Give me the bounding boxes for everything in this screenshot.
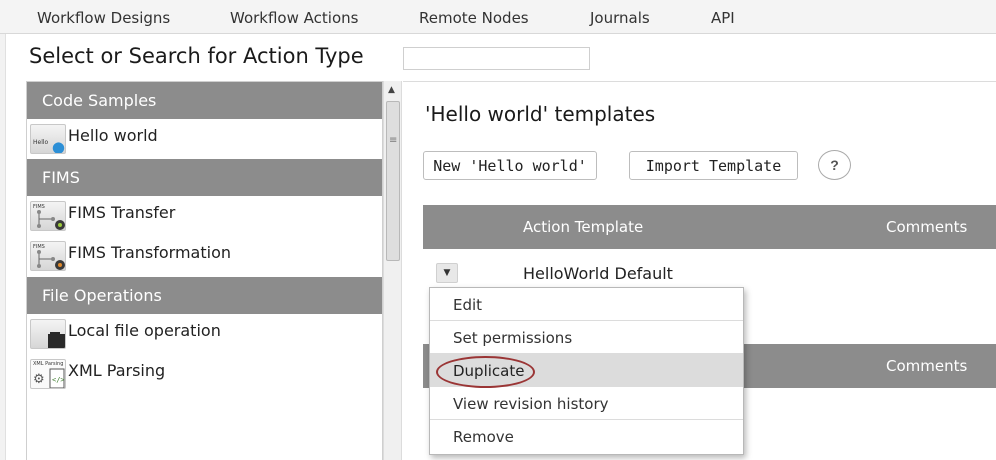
local-file-icon	[30, 319, 66, 349]
category-header-fims: FIMS	[27, 159, 382, 196]
nav-workflow-actions[interactable]: Workflow Actions	[230, 9, 358, 27]
action-type-label: Hello world	[68, 126, 158, 145]
import-template-button[interactable]: Import Template	[629, 151, 798, 180]
left-edge-strip	[0, 34, 6, 460]
column-comments: Comments	[886, 218, 968, 236]
grip-icon: ≡	[389, 135, 398, 146]
action-type-local-file-operation[interactable]: Local file operation	[27, 314, 382, 352]
category-header-file-operations: File Operations	[27, 277, 382, 314]
page-title: Select or Search for Action Type	[29, 44, 364, 68]
svg-text:</>: </>	[52, 376, 65, 384]
new-template-button[interactable]: New 'Hello world'	[423, 151, 597, 180]
action-type-label: FIMS Transfer	[68, 203, 176, 222]
action-type-list-scrollbar[interactable]: ▲ ≡	[383, 81, 402, 460]
column-action-template: Action Template	[523, 218, 644, 236]
row-dropdown-toggle[interactable]: ▼	[436, 263, 458, 283]
category-header-code-samples: Code Samples	[27, 82, 382, 119]
highlight-ring	[436, 356, 535, 388]
fims-transfer-icon: FIMS	[30, 201, 66, 231]
action-type-label: FIMS Transformation	[68, 243, 232, 262]
templates-table-header: Action Template Comments	[423, 205, 996, 249]
menu-item-remove[interactable]: Remove	[430, 420, 743, 453]
action-type-hello-world[interactable]: Hello ● Hello world	[27, 119, 382, 157]
action-type-fims-transfer[interactable]: FIMS FIMS Transfer	[27, 196, 382, 234]
action-type-list: Code Samples Hello ● Hello world FIMS FI…	[26, 81, 383, 460]
template-row-name: HelloWorld Default	[523, 264, 673, 283]
nav-api[interactable]: API	[711, 9, 735, 27]
action-type-label: XML Parsing	[68, 361, 166, 380]
fims-transformation-icon: FIMS	[30, 241, 66, 271]
xml-parsing-icon: XML Parsing ⚙ </>	[30, 359, 66, 389]
action-type-search-input[interactable]	[403, 47, 590, 70]
nav-journals[interactable]: Journals	[590, 9, 650, 27]
top-navigation: Workflow Designs Workflow Actions Remote…	[0, 0, 996, 34]
column-comments-2: Comments	[886, 357, 968, 375]
menu-item-edit[interactable]: Edit	[430, 288, 743, 321]
action-type-fims-transformation[interactable]: FIMS FIMS Transformation	[27, 236, 382, 274]
hello-world-icon: Hello ●	[30, 124, 66, 154]
scrollbar-thumb[interactable]: ≡	[386, 101, 400, 261]
nav-remote-nodes[interactable]: Remote Nodes	[419, 9, 529, 27]
nav-workflow-designs[interactable]: Workflow Designs	[37, 9, 170, 27]
menu-item-duplicate[interactable]: Duplicate	[430, 354, 743, 388]
action-type-xml-parsing[interactable]: XML Parsing ⚙ </> XML Parsing	[27, 354, 382, 392]
action-type-label: Local file operation	[68, 321, 221, 340]
scroll-up-arrow-icon[interactable]: ▲	[388, 85, 395, 95]
template-context-menu: Edit Set permissions Duplicate View revi…	[429, 287, 744, 455]
menu-item-view-revision-history[interactable]: View revision history	[430, 387, 743, 420]
menu-item-set-permissions[interactable]: Set permissions	[430, 321, 743, 354]
templates-title: 'Hello world' templates	[425, 102, 656, 126]
help-button[interactable]: ?	[818, 150, 851, 180]
triangle-down-icon: ▼	[443, 268, 451, 278]
